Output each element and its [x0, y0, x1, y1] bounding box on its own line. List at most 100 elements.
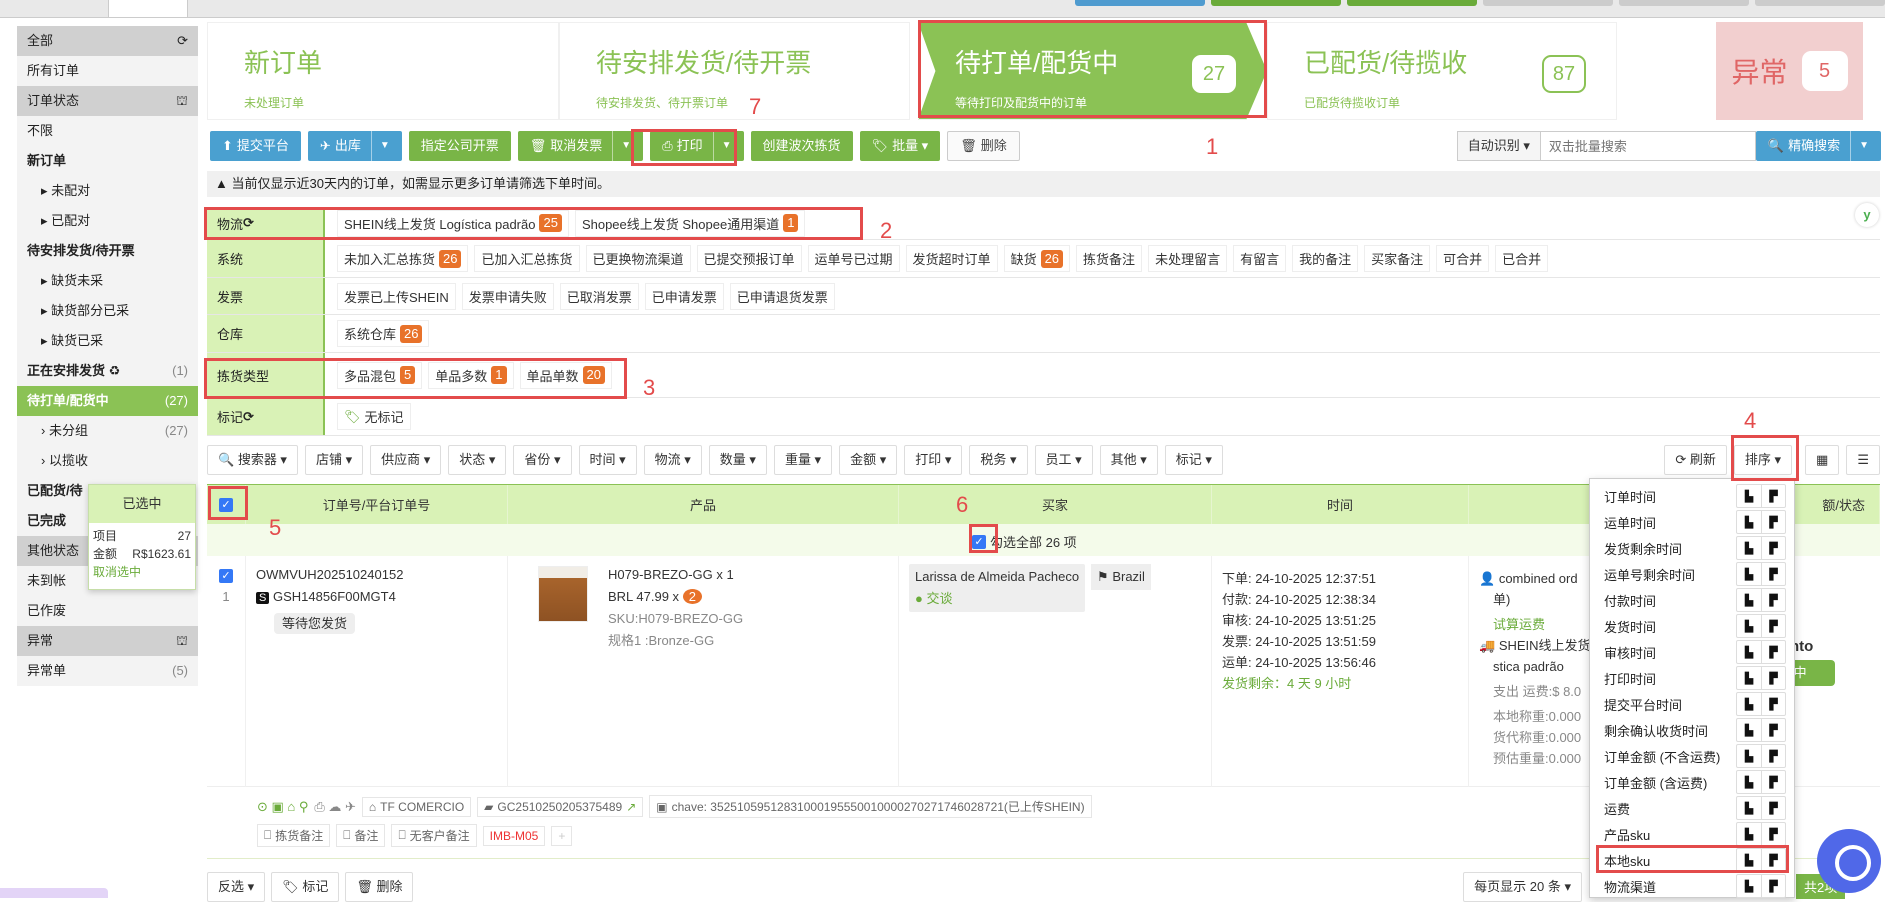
product-thumbnail[interactable] [538, 566, 588, 622]
filter-dropdown[interactable]: 员工 ▾ [1034, 445, 1093, 475]
caret-down-icon[interactable]: ▼ [712, 131, 732, 161]
sort-descending-icon[interactable]: ▛ [1761, 745, 1785, 767]
sidebar-item[interactable]: ▸ 未配对 [17, 176, 198, 206]
sort-descending-icon[interactable]: ▛ [1761, 771, 1785, 793]
filter-tag[interactable]: SHEIN线上发货 Logística padrão 25 [337, 209, 569, 237]
filter-dropdown[interactable]: 状态 ▾ [448, 445, 507, 475]
status-card[interactable]: 异常 5 [1716, 22, 1863, 120]
filter-tag[interactable]: 多品混包 5 [337, 361, 423, 389]
sort-ascending-icon[interactable]: ▙ [1737, 719, 1761, 741]
sidebar-item[interactable]: 已作废 [17, 596, 198, 626]
caret-down-icon[interactable]: ▼ [612, 131, 631, 161]
filter-tag[interactable]: 发票已上传SHEIN [337, 282, 456, 310]
filter-dropdown[interactable]: 重量 ▾ [773, 445, 833, 475]
toolbar-button[interactable]: 🗑 取消发票 ▼ [517, 131, 644, 161]
sort-descending-icon[interactable]: ▛ [1761, 563, 1785, 585]
note-picking[interactable]: ⎕ 拣货备注 [257, 824, 331, 847]
filter-dropdown[interactable]: 其他 ▾ [1099, 445, 1158, 475]
active-tab[interactable] [108, 0, 188, 18]
filter-tag[interactable]: 我的备注 [1292, 245, 1359, 272]
filter-dropdown[interactable]: 省份 ▾ [513, 445, 572, 475]
filter-tag[interactable]: 已申请发票 [644, 282, 724, 310]
filter-dropdown[interactable]: 打印 ▾ [904, 445, 963, 475]
sort-descending-icon[interactable]: ▛ [1761, 667, 1785, 689]
sort-descending-icon[interactable]: ▛ [1761, 823, 1785, 845]
sitemap-icon[interactable]: ⛫ [176, 86, 188, 116]
filter-tag[interactable]: 已提交预报订单 [696, 245, 802, 272]
toolbar-button[interactable]: ⬆ 提交平台 [210, 131, 301, 161]
platform-order-number[interactable]: GSH14856F00MGT4 [273, 589, 396, 604]
sort-ascending-icon[interactable]: ▙ [1737, 745, 1761, 767]
cancel-selection-link[interactable]: 取消选中 [89, 563, 195, 581]
select-all-26-checkbox[interactable]: ✓ [972, 534, 986, 549]
filter-tag[interactable]: 买家备注 [1364, 245, 1431, 272]
filter-tag[interactable]: 单品单数 20 [519, 361, 612, 389]
filter-tag[interactable]: 已合并 [1495, 245, 1549, 272]
filter-dropdown[interactable]: 🔍 搜索器 ▾ [207, 445, 298, 475]
filter-tag[interactable]: 已加入汇总拣货 [474, 245, 580, 272]
filter-dropdown[interactable]: 标记 ▾ [1164, 445, 1223, 475]
status-card[interactable]: 已配货/待揽收 已配货待揽收订单 87 [1267, 22, 1617, 120]
sort-descending-icon[interactable]: ▛ [1761, 849, 1785, 871]
filter-tag[interactable]: 已更换物流渠道 [585, 245, 691, 272]
filter-tag[interactable]: 运单号已过期 [807, 245, 900, 272]
sidebar-item[interactable]: ▸ 缺货未采 [17, 266, 198, 296]
sort-button[interactable]: 排序 ▾ [1733, 445, 1793, 475]
sort-ascending-icon[interactable]: ▙ [1737, 875, 1761, 897]
refresh-icon[interactable]: ⟳ [243, 215, 254, 231]
filter-dropdown[interactable]: 物流 ▾ [643, 445, 702, 475]
refresh-icon[interactable]: ⟳ [243, 409, 254, 425]
sidebar-item[interactable]: 正在安排发货 ♻ (1) [17, 356, 198, 386]
filter-dropdown[interactable]: 供应商 ▾ [370, 445, 442, 475]
toolbar-button[interactable]: 指定公司开票 [408, 131, 511, 161]
external-link-icon[interactable]: ↗ [626, 800, 636, 814]
sort-descending-icon[interactable]: ▛ [1761, 875, 1785, 897]
filter-tag[interactable]: 未加入汇总拣货 26 [337, 245, 469, 272]
filter-dropdown[interactable]: 数量 ▾ [708, 445, 767, 475]
filter-tag[interactable]: 发货超时订单 [905, 245, 998, 272]
sidebar-item[interactable]: 不限 [17, 116, 198, 146]
filter-dropdown[interactable]: 税务 ▾ [969, 445, 1028, 475]
sort-ascending-icon[interactable]: ▙ [1737, 771, 1761, 793]
sidebar-item[interactable]: 待打单/配货中 (27) [17, 386, 198, 416]
toolbar-button[interactable]: 🗑 删除 [947, 131, 1020, 161]
sort-ascending-icon[interactable]: ▙ [1737, 823, 1761, 845]
select-all-checkbox[interactable]: ✓ [219, 497, 233, 512]
sort-descending-icon[interactable]: ▛ [1761, 537, 1785, 559]
filter-tag[interactable]: 有留言 [1233, 245, 1287, 272]
add-icon[interactable]: + [551, 825, 573, 846]
sidebar-item[interactable]: ▸ 缺货已采 [17, 326, 198, 356]
toolbar-button[interactable]: ✈ 出库 ▼ [307, 131, 402, 161]
sort-descending-icon[interactable]: ▛ [1761, 641, 1785, 663]
sort-ascending-icon[interactable]: ▙ [1737, 667, 1761, 689]
filter-tag[interactable]: 未处理留言 [1148, 245, 1228, 272]
sidebar-item[interactable]: 订单状态 ⛫ [17, 86, 198, 116]
sidebar-item[interactable]: 异常单 (5) [17, 656, 198, 686]
filter-tag[interactable]: 系统仓库 26 [337, 320, 430, 347]
sidebar-item[interactable]: › 以揽收 [17, 446, 198, 476]
sidebar-item[interactable]: › 未分组 (27) [17, 416, 198, 446]
sidebar-item[interactable]: ▸ 已配对 [17, 206, 198, 236]
row-checkbox[interactable]: ✓ [219, 569, 233, 583]
sort-ascending-icon[interactable]: ▙ [1737, 563, 1761, 585]
refresh-button[interactable]: ⟳ 刷新 [1664, 445, 1727, 475]
toolbar-button[interactable]: 创建波次拣货 [750, 131, 853, 161]
sort-descending-icon[interactable]: ▛ [1761, 589, 1785, 611]
sort-ascending-icon[interactable]: ▙ [1737, 511, 1761, 533]
status-card[interactable]: 待安排发货/待开票 待安排发货、待开票订单 [559, 22, 910, 120]
caret-down-icon[interactable]: ▼ [370, 131, 390, 161]
sidebar-item[interactable]: 新订单 [17, 146, 198, 176]
sort-descending-icon[interactable]: ▛ [1761, 511, 1785, 533]
exact-search-button[interactable]: 🔍 精确搜索 ▼ [1755, 131, 1881, 161]
status-card[interactable]: 新订单 未处理订单 [207, 22, 559, 120]
note-remark[interactable]: ⎕ 备注 [336, 824, 386, 847]
sort-ascending-icon[interactable]: ▙ [1737, 797, 1761, 819]
chat-link[interactable]: 交谈 [926, 591, 952, 606]
sidebar-item[interactable]: ▸ 缺货部分已采 [17, 296, 198, 326]
filter-tag[interactable]: 缺货 26 [1003, 245, 1071, 272]
filter-dropdown[interactable]: 时间 ▾ [578, 445, 637, 475]
filter-dropdown[interactable]: 金额 ▾ [839, 445, 898, 475]
sort-descending-icon[interactable]: ▛ [1761, 797, 1785, 819]
filter-tag[interactable]: 拣货备注 [1076, 245, 1143, 272]
sort-ascending-icon[interactable]: ▙ [1737, 589, 1761, 611]
